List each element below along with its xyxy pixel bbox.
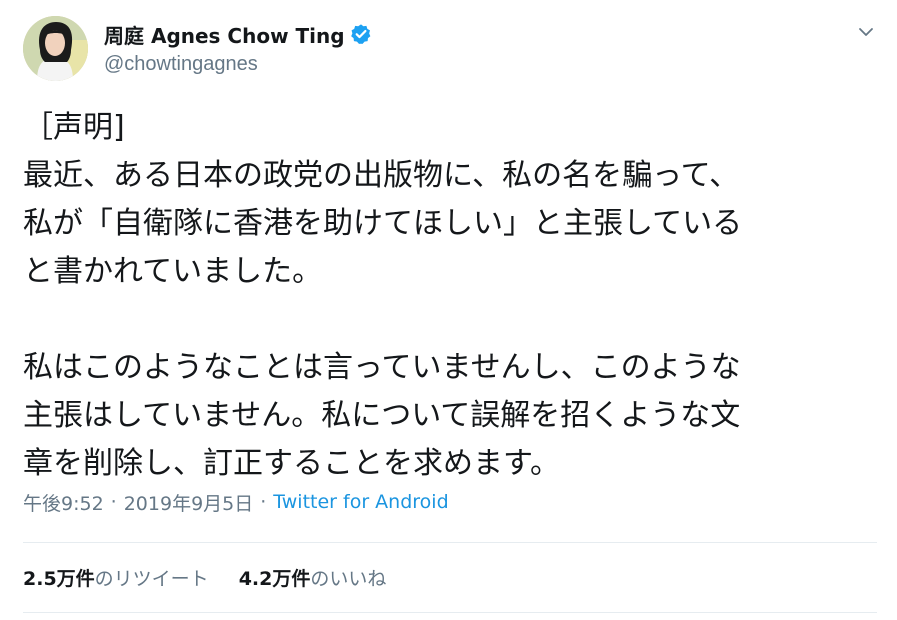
tweet-text-line: ［声明]	[23, 110, 125, 145]
author-name-row[interactable]: 周庭 Agnes Chow Ting	[104, 20, 372, 48]
retweet-stat[interactable]: 2.5万件のリツイート	[23, 564, 209, 591]
divider	[23, 612, 877, 613]
retweet-count: 2.5万件	[23, 567, 95, 590]
meta-separator: ·	[110, 491, 117, 513]
meta-separator: ·	[260, 491, 267, 513]
tweet-text: ［声明] 最近、ある日本の政党の出版物に、私の名を騙って、 私が「自衛隊に香港を…	[23, 104, 883, 488]
like-label: のいいね	[310, 567, 387, 590]
divider	[23, 542, 877, 543]
verified-badge-icon	[350, 24, 370, 44]
tweet-text-line: 私が「自衛隊に香港を助けてほしい」と主張している	[23, 206, 743, 241]
like-stat[interactable]: 4.2万件のいいね	[239, 564, 387, 591]
tweet-date[interactable]: 2019年9月5日	[124, 489, 254, 516]
tweet-text-line: 私はこのようなことは言っていませんし、このような	[23, 350, 741, 385]
tweet-time[interactable]: 午後9:52	[23, 489, 104, 516]
tweet-card: 周庭 Agnes Chow Ting @chowtingagnes ［声明] 最…	[0, 0, 897, 620]
tweet-stats: 2.5万件のリツイート 4.2万件のいいね	[23, 563, 386, 591]
tweet-text-line: 最近、ある日本の政党の出版物に、私の名を騙って、	[23, 158, 740, 193]
tweet-text-line: と書かれていました。	[23, 254, 323, 289]
avatar[interactable]	[23, 16, 88, 81]
chevron-down-icon[interactable]	[856, 22, 876, 42]
like-count: 4.2万件	[238, 567, 311, 590]
author-display-name[interactable]: 周庭 Agnes Chow Ting	[104, 20, 345, 49]
tweet-meta: 午後9:52 · 2019年9月5日 · Twitter for Android	[23, 488, 449, 516]
profile-photo-icon	[23, 16, 88, 81]
author-handle[interactable]: @chowtingagnes	[104, 53, 258, 76]
tweet-source-link[interactable]: Twitter for Android	[273, 491, 448, 513]
tweet-text-line: 章を削除し、訂正することを求めます。	[23, 446, 560, 481]
retweet-label: のリツイート	[94, 567, 209, 590]
tweet-text-line: 主張はしていません。私について誤解を招くような文	[23, 398, 741, 433]
